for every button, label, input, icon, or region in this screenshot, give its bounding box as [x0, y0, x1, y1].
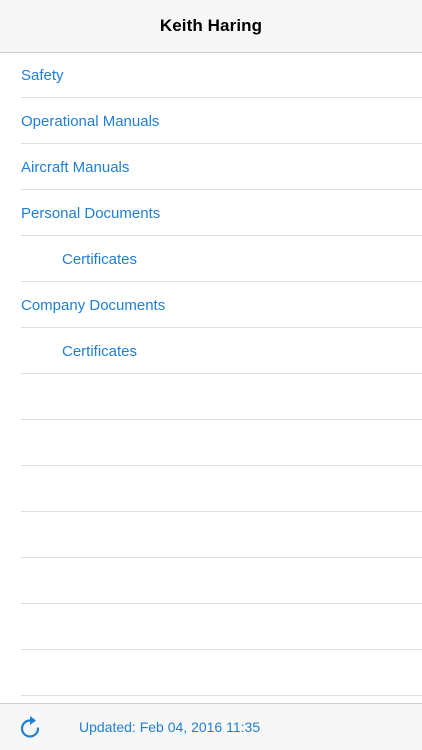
list-item-label: Aircraft Manuals	[21, 158, 130, 176]
list-item-personal-certificates[interactable]: Certificates	[0, 236, 422, 282]
list-item-label: Certificates	[62, 342, 138, 360]
navigation-bar: Keith Haring	[0, 0, 422, 53]
list-item-company-documents[interactable]: Company Documents	[0, 282, 422, 328]
document-list[interactable]: Safety Operational Manuals Aircraft Manu…	[0, 52, 422, 704]
list-item-personal-documents[interactable]: Personal Documents	[0, 190, 422, 236]
empty-row	[0, 604, 422, 650]
refresh-icon	[20, 716, 40, 738]
empty-row	[0, 650, 422, 696]
empty-row	[0, 466, 422, 512]
empty-row	[0, 420, 422, 466]
list-item-label: Operational Manuals	[21, 112, 160, 130]
empty-row	[0, 374, 422, 420]
list-item-aircraft-manuals[interactable]: Aircraft Manuals	[0, 144, 422, 190]
list-item-label: Certificates	[62, 250, 138, 268]
list-item-safety[interactable]: Safety	[0, 52, 422, 98]
list-item-label: Company Documents	[21, 296, 166, 314]
empty-row	[0, 558, 422, 604]
empty-row	[0, 512, 422, 558]
page-title: Keith Haring	[159, 16, 263, 35]
refresh-button[interactable]	[19, 716, 41, 738]
app-screen: Keith Haring Safety Operational Manuals …	[0, 0, 422, 750]
list-item-company-certificates[interactable]: Certificates	[0, 328, 422, 374]
list-item-label: Personal Documents	[21, 204, 161, 222]
bottom-toolbar: Updated: Feb 04, 2016 11:35	[0, 703, 422, 750]
list-item-operational-manuals[interactable]: Operational Manuals	[0, 98, 422, 144]
list-item-label: Safety	[21, 66, 64, 84]
last-updated-text: Updated: Feb 04, 2016 11:35	[79, 719, 261, 735]
